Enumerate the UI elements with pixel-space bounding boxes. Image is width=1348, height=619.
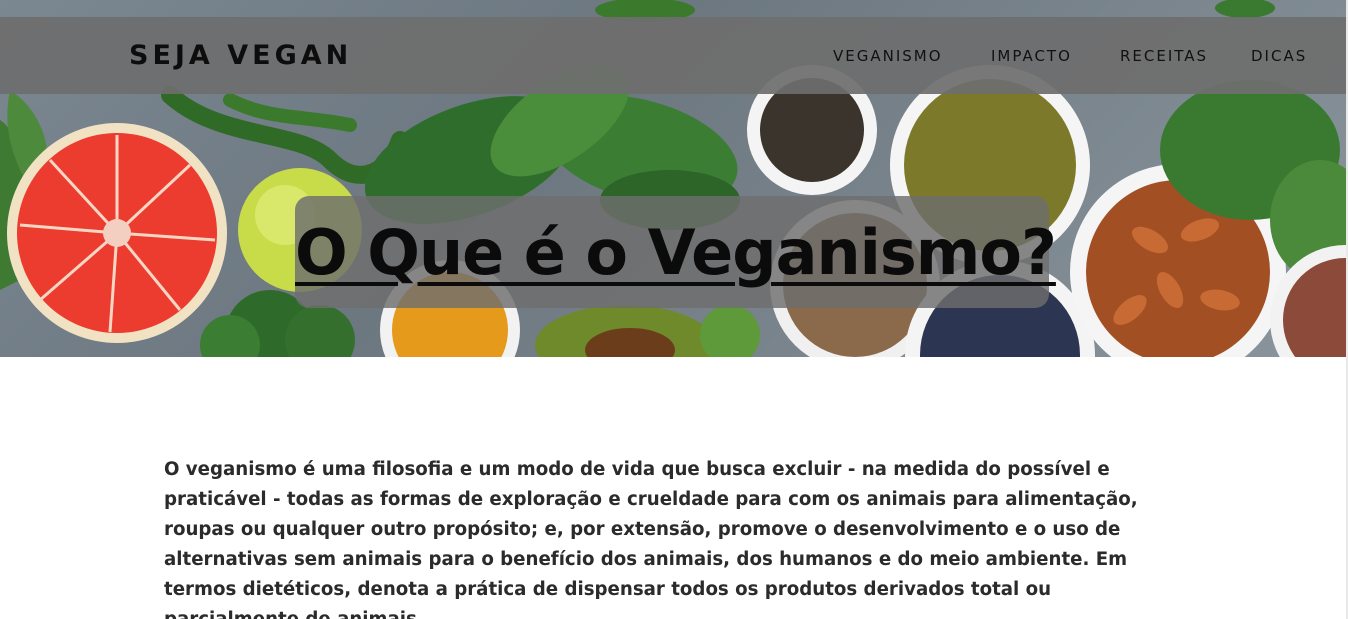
- nav-link-dicas[interactable]: DICAS: [1251, 47, 1307, 65]
- hero-title-box: O Que é o Veganismo?: [295, 196, 1057, 308]
- navbar: SEJA VEGAN VEGANISMO IMPACTO RECEITAS DI…: [0, 17, 1348, 94]
- hero-title: O Que é o Veganismo?: [295, 216, 1057, 289]
- brand-logo-link[interactable]: SEJA VEGAN: [129, 40, 352, 71]
- veganism-definition-paragraph: O veganismo é uma filosofia e um modo de…: [164, 459, 1138, 619]
- nav-link-impacto[interactable]: IMPACTO: [991, 47, 1072, 65]
- nav-link-veganismo[interactable]: VEGANISMO: [833, 47, 943, 65]
- nav-link-receitas[interactable]: RECEITAS: [1120, 47, 1208, 65]
